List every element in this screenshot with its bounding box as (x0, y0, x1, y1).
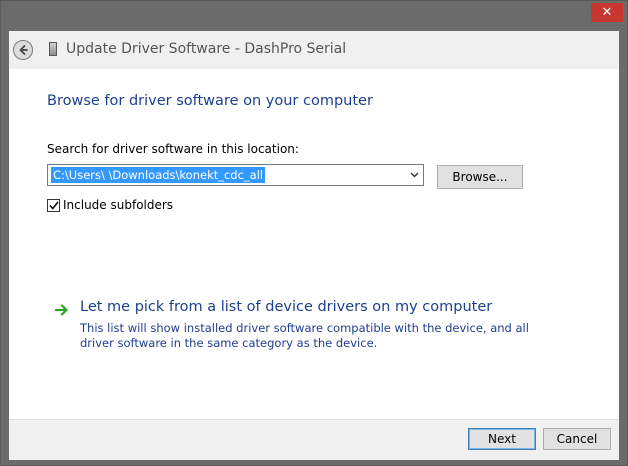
search-location-label: Search for driver software in this locat… (47, 142, 299, 156)
pick-link-description: This list will show installed driver sof… (80, 321, 529, 350)
path-input-value[interactable]: C:\Users\ \Downloads\konekt_cdc_all (51, 167, 266, 183)
close-icon: ✕ (601, 5, 613, 20)
next-button[interactable]: Next (468, 428, 536, 450)
window-title: Update Driver Software - DashPro Serial (66, 41, 347, 57)
path-combobox[interactable]: C:\Users\ \Downloads\konekt_cdc_all (47, 164, 424, 186)
footer-bar: Next Cancel (9, 419, 619, 460)
close-button[interactable]: ✕ (591, 3, 623, 22)
title-bar: Update Driver Software - DashPro Serial (9, 31, 619, 69)
include-subfolders-label[interactable]: Include subfolders (63, 198, 173, 212)
page-heading: Browse for driver software on your compu… (47, 93, 373, 109)
include-subfolders-checkbox[interactable] (47, 198, 60, 212)
checkmark-icon (48, 201, 59, 210)
device-icon (49, 42, 57, 56)
main-content: Browse for driver software on your compu… (9, 69, 619, 419)
back-button[interactable] (13, 40, 33, 60)
pick-link-title[interactable]: Let me pick from a list of device driver… (80, 299, 492, 315)
green-arrow-icon (55, 304, 68, 316)
chevron-down-icon (410, 172, 418, 178)
cancel-button[interactable]: Cancel (543, 428, 611, 450)
include-subfolders-row[interactable]: Include subfolders (47, 197, 173, 213)
dropdown-button[interactable] (408, 168, 420, 182)
dialog-window: ✕ Update Driver Software - DashPro Seria… (0, 0, 628, 466)
back-arrow-icon (19, 45, 28, 55)
browse-button[interactable]: Browse... (437, 165, 523, 189)
